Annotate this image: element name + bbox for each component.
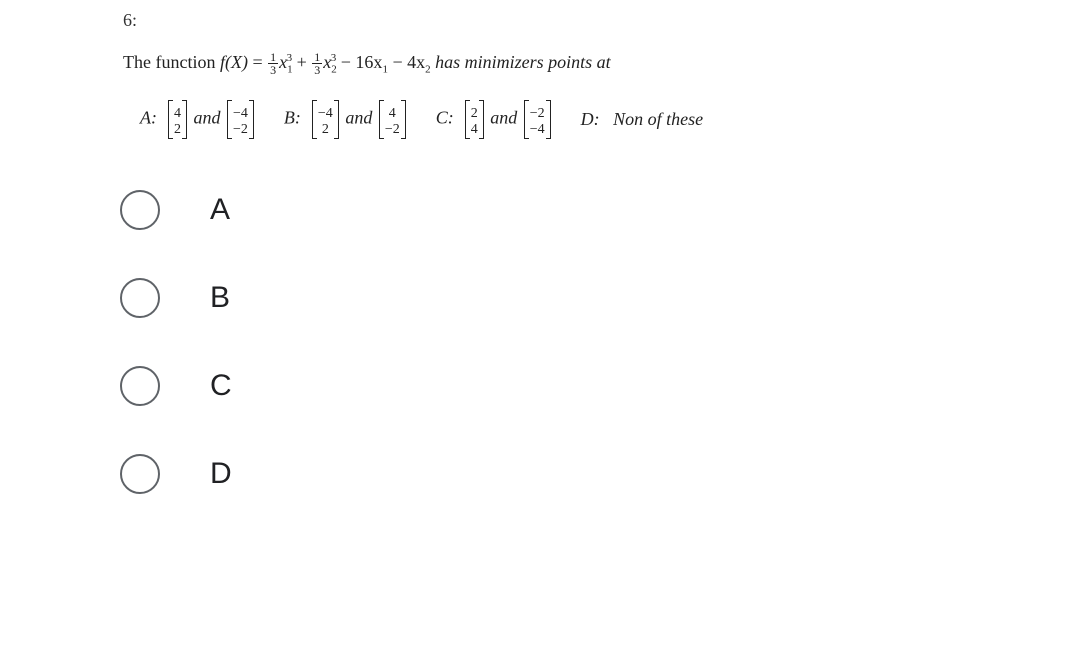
answer-row-d[interactable]: D <box>120 454 232 494</box>
radio-c[interactable] <box>120 366 160 406</box>
fraction-2: 13 <box>312 51 322 76</box>
option-b-inline: B: −42 and 4−2 <box>284 100 408 139</box>
answer-row-a[interactable]: A <box>120 190 232 230</box>
option-a-label: A: <box>140 108 157 128</box>
option-c-inline: C: 24 and −2−4 <box>436 100 553 139</box>
matrix-a1: 42 <box>168 100 187 139</box>
fraction-1: 13 <box>268 51 278 76</box>
option-d-inline: D: Non of these <box>581 109 704 130</box>
and-a: and <box>194 108 221 128</box>
answer-letter-b: B <box>210 281 230 315</box>
question-suffix: has minimizers points at <box>431 52 611 72</box>
question-container: 6: The function f(X) = 13x13 + 13x23 − 1… <box>105 0 1035 149</box>
minus-4x: − 4x <box>388 52 425 72</box>
and-c: and <box>490 108 517 128</box>
matrix-c2: −2−4 <box>524 100 551 139</box>
answer-letter-a: A <box>210 193 230 227</box>
answer-letter-c: C <box>210 369 232 403</box>
term1-x: x <box>279 52 287 72</box>
answer-letter-d: D <box>210 457 232 491</box>
question-text: The function f(X) = 13x13 + 13x23 − 16x1… <box>123 46 1035 80</box>
radio-d[interactable] <box>120 454 160 494</box>
question-prefix: The function <box>123 52 220 72</box>
option-d-label: D: <box>581 109 600 129</box>
inline-options: A: 42 and −4−2 B: −42 and 4−2 C: 24 and … <box>140 100 1035 139</box>
radio-b[interactable] <box>120 278 160 318</box>
answer-row-c[interactable]: C <box>120 366 232 406</box>
option-b-label: B: <box>284 108 301 128</box>
matrix-a2: −4−2 <box>227 100 254 139</box>
option-a-inline: A: 42 and −4−2 <box>140 100 256 139</box>
minus-16x: − 16x <box>336 52 382 72</box>
matrix-c1: 24 <box>465 100 484 139</box>
option-c-label: C: <box>436 108 454 128</box>
function-name: f(X) <box>220 52 248 72</box>
radio-a[interactable] <box>120 190 160 230</box>
answer-row-b[interactable]: B <box>120 278 232 318</box>
question-number: 6: <box>123 10 1035 31</box>
equals: = <box>248 52 267 72</box>
answer-options-list: A B C D <box>120 190 232 542</box>
matrix-b2: 4−2 <box>379 100 406 139</box>
and-b: and <box>345 108 372 128</box>
plus: + <box>292 52 311 72</box>
option-d-text: Non of these <box>613 109 703 129</box>
matrix-b1: −42 <box>312 100 339 139</box>
